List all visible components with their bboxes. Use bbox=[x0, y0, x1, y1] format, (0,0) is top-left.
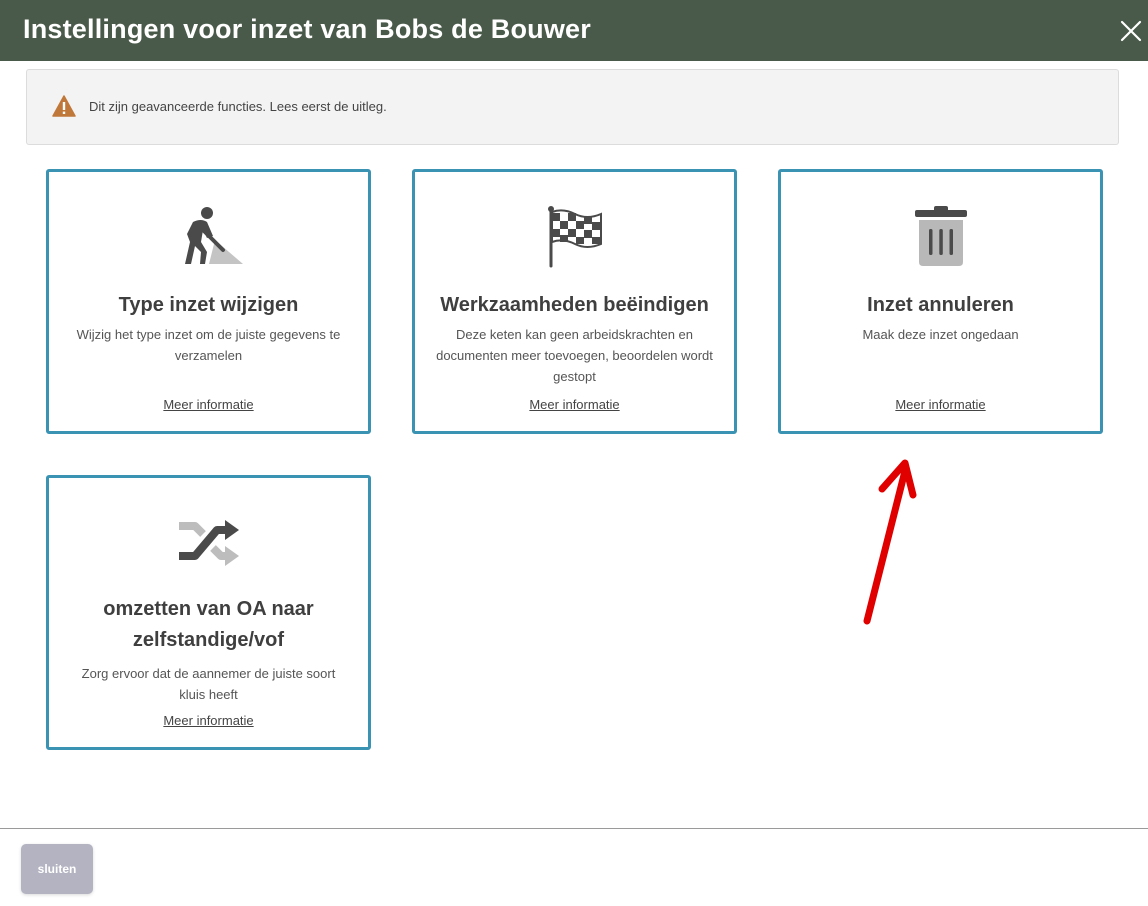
close-icon[interactable] bbox=[1120, 20, 1142, 42]
card-description: Maak deze inzet ongedaan bbox=[862, 327, 1019, 342]
card-title: Type inzet wijzigen bbox=[118, 294, 299, 316]
card-title: omzetten van OA naar zelfstandige/vof bbox=[103, 598, 314, 651]
card-finish-work[interactable]: Werkzaamheden beëindigen Deze keten kan … bbox=[412, 169, 737, 434]
card-description: Wijzig het type inzet om de juiste gegev… bbox=[76, 327, 341, 363]
footer-divider bbox=[0, 828, 1148, 829]
trash-icon bbox=[781, 204, 1100, 268]
warning-triangle-icon bbox=[52, 95, 76, 117]
modal-header: Instellingen voor inzet van Bobs de Bouw… bbox=[0, 0, 1148, 61]
card-convert-oa[interactable]: omzetten van OA naar zelfstandige/vof Zo… bbox=[46, 475, 371, 750]
more-info-link[interactable]: Meer informatie bbox=[415, 397, 734, 412]
construction-worker-icon bbox=[49, 204, 368, 268]
shuffle-icon bbox=[49, 510, 368, 574]
modal-title: Instellingen voor inzet van Bobs de Bouw… bbox=[23, 14, 591, 44]
more-info-link[interactable]: Meer informatie bbox=[781, 397, 1100, 412]
card-cancel-deployment[interactable]: Inzet annuleren Maak deze inzet ongedaan… bbox=[778, 169, 1103, 434]
checkered-flag-icon bbox=[415, 204, 734, 268]
close-button[interactable]: sluiten bbox=[21, 844, 93, 894]
settings-modal: Instellingen voor inzet van Bobs de Bouw… bbox=[0, 0, 1148, 906]
more-info-link[interactable]: Meer informatie bbox=[49, 713, 368, 728]
annotation-arrow bbox=[855, 455, 925, 635]
card-change-type[interactable]: Type inzet wijzigen Wijzig het type inze… bbox=[46, 169, 371, 434]
warning-banner: Dit zijn geavanceerde functies. Lees eer… bbox=[26, 69, 1119, 145]
warning-text: Dit zijn geavanceerde functies. Lees eer… bbox=[89, 99, 387, 114]
card-description: Zorg ervoor dat de aannemer de juiste so… bbox=[81, 666, 336, 702]
card-title: Inzet annuleren bbox=[867, 294, 1014, 316]
card-description: Deze keten kan geen arbeidskrachten en d… bbox=[436, 327, 713, 384]
more-info-link[interactable]: Meer informatie bbox=[49, 397, 368, 412]
card-title: Werkzaamheden beëindigen bbox=[440, 294, 709, 316]
